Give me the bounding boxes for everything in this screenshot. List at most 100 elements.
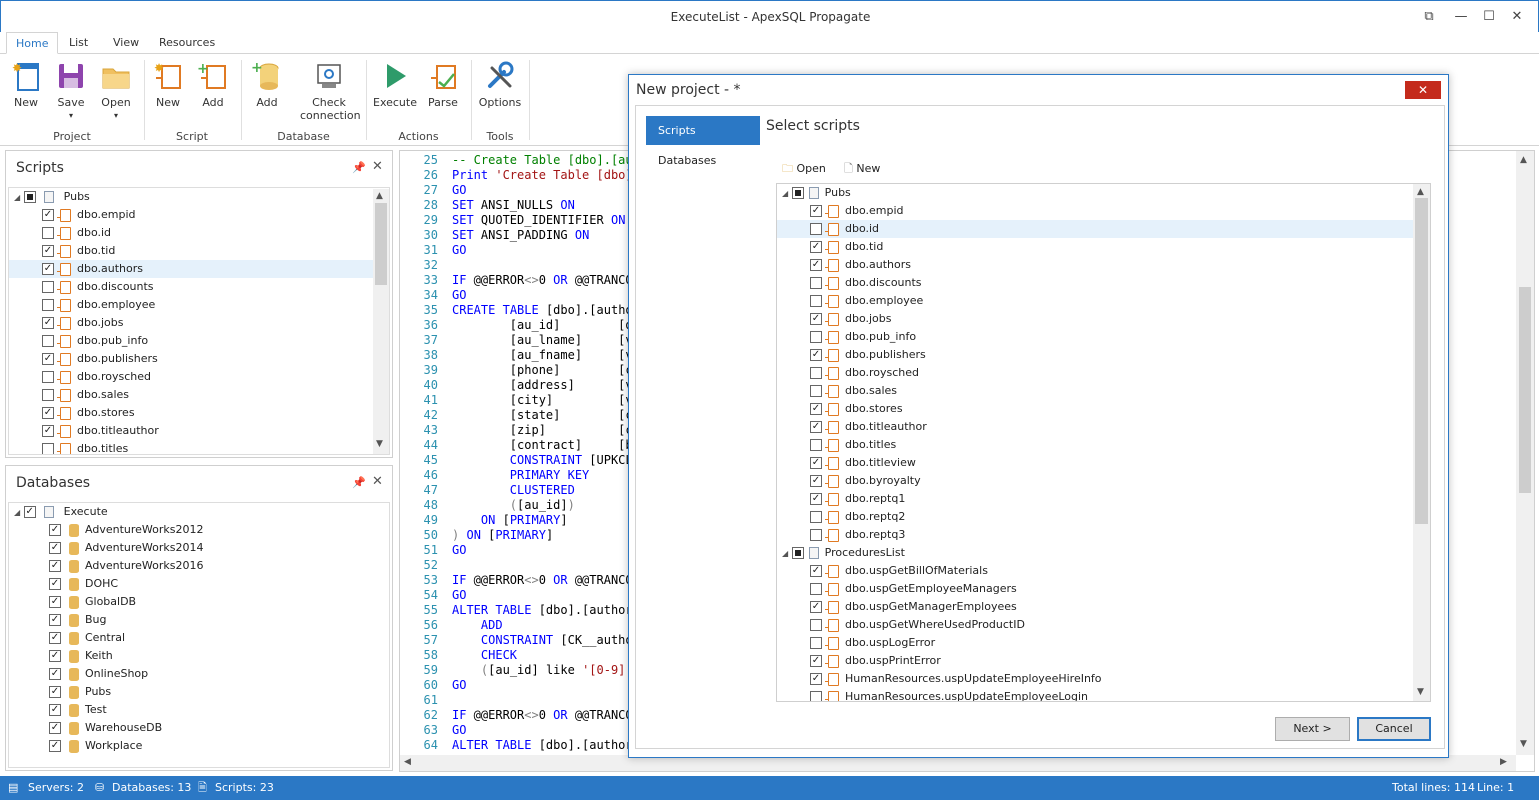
- item-checkbox[interactable]: [49, 740, 61, 752]
- scripts-scrollbar[interactable]: ▲ ▼: [373, 189, 389, 454]
- tree-item[interactable]: Pubs: [9, 683, 389, 701]
- tree-item[interactable]: dbo.id: [9, 224, 389, 242]
- tree-item[interactable]: dbo.roysched: [777, 364, 1413, 382]
- item-checkbox[interactable]: [49, 560, 61, 572]
- close-panel-icon[interactable]: ✕: [372, 474, 383, 489]
- item-checkbox[interactable]: [810, 493, 822, 505]
- item-checkbox[interactable]: [810, 475, 822, 487]
- item-checkbox[interactable]: [810, 565, 822, 577]
- item-checkbox[interactable]: [49, 578, 61, 590]
- tab-home[interactable]: Home: [6, 32, 59, 54]
- tab-view[interactable]: View: [104, 32, 148, 54]
- tree-item[interactable]: dbo.discounts: [777, 274, 1413, 292]
- tree-group[interactable]: ◢ Pubs: [777, 184, 1413, 202]
- item-checkbox[interactable]: [810, 637, 822, 649]
- tree-item[interactable]: dbo.stores: [9, 404, 389, 422]
- tree-item[interactable]: dbo.id: [777, 220, 1413, 238]
- item-checkbox[interactable]: [810, 367, 822, 379]
- tree-item[interactable]: dbo.byroyalty: [777, 472, 1413, 490]
- scroll-thumb[interactable]: [1415, 198, 1428, 524]
- scroll-down-icon[interactable]: ▼: [1520, 739, 1527, 749]
- tree-item[interactable]: AdventureWorks2016: [9, 557, 389, 575]
- item-checkbox[interactable]: [810, 241, 822, 253]
- minimize-icon[interactable]: —: [1451, 7, 1471, 27]
- scroll-up-icon[interactable]: ▲: [1520, 155, 1527, 165]
- dialog-tree-scrollbar[interactable]: ▲ ▼: [1413, 184, 1430, 701]
- item-checkbox[interactable]: [810, 259, 822, 271]
- tree-item[interactable]: dbo.publishers: [777, 346, 1413, 364]
- close-panel-icon[interactable]: ✕: [372, 159, 383, 174]
- item-checkbox[interactable]: [810, 529, 822, 541]
- open-scripts-button[interactable]: 🗀 Open: [782, 160, 826, 179]
- tree-item[interactable]: WarehouseDB: [9, 719, 389, 737]
- item-checkbox[interactable]: [49, 596, 61, 608]
- tree-item[interactable]: dbo.reptq1: [777, 490, 1413, 508]
- item-checkbox[interactable]: [42, 317, 54, 329]
- tree-item[interactable]: Keith: [9, 647, 389, 665]
- group-checkbox[interactable]: [791, 187, 804, 199]
- tree-item[interactable]: dbo.employee: [9, 296, 389, 314]
- tree-item[interactable]: dbo.reptq2: [777, 508, 1413, 526]
- tree-item[interactable]: dbo.stores: [777, 400, 1413, 418]
- tree-item[interactable]: dbo.tid: [777, 238, 1413, 256]
- tree-item[interactable]: Central: [9, 629, 389, 647]
- item-checkbox[interactable]: [42, 299, 54, 311]
- collapse-icon[interactable]: ◢: [782, 189, 788, 198]
- nav-databases[interactable]: Databases: [658, 154, 716, 167]
- tree-item[interactable]: Workplace: [9, 737, 389, 755]
- tree-item[interactable]: AdventureWorks2012: [9, 521, 389, 539]
- tree-item[interactable]: dbo.authors: [777, 256, 1413, 274]
- tree-item[interactable]: dbo.reptq3: [777, 526, 1413, 544]
- open-dropdown-icon[interactable]: ▾: [93, 109, 139, 122]
- tree-item[interactable]: HumanResources.uspUpdateEmployeeLogin: [777, 688, 1413, 701]
- item-checkbox[interactable]: [810, 385, 822, 397]
- tree-item[interactable]: dbo.empid: [777, 202, 1413, 220]
- pin-icon[interactable]: 📌: [352, 161, 366, 174]
- item-checkbox[interactable]: [810, 691, 822, 701]
- tab-resources[interactable]: Resources: [150, 32, 224, 54]
- add-database-button[interactable]: + Add: [244, 58, 290, 109]
- check-connection-button[interactable]: Check connection: [300, 58, 361, 122]
- tree-item[interactable]: dbo.titleauthor: [9, 422, 389, 440]
- tree-group[interactable]: ◢ ProceduresList: [777, 544, 1413, 562]
- tree-item[interactable]: dbo.jobs: [9, 314, 389, 332]
- save-dropdown-icon[interactable]: ▾: [48, 109, 94, 122]
- item-checkbox[interactable]: [810, 439, 822, 451]
- item-checkbox[interactable]: [810, 277, 822, 289]
- nav-scripts[interactable]: Scripts: [646, 116, 760, 145]
- tree-item[interactable]: Bug: [9, 611, 389, 629]
- item-checkbox[interactable]: [810, 205, 822, 217]
- collapse-icon[interactable]: ◢: [14, 508, 20, 517]
- tab-list[interactable]: List: [60, 32, 97, 54]
- item-checkbox[interactable]: [810, 295, 822, 307]
- tree-item[interactable]: OnlineShop: [9, 665, 389, 683]
- item-checkbox[interactable]: [810, 223, 822, 235]
- tree-item[interactable]: dbo.uspGetEmployeeManagers: [777, 580, 1413, 598]
- tree-root[interactable]: ◢ Execute: [9, 503, 389, 521]
- tree-item[interactable]: dbo.employee: [777, 292, 1413, 310]
- item-checkbox[interactable]: [49, 542, 61, 554]
- item-checkbox[interactable]: [49, 524, 61, 536]
- tree-checkbox[interactable]: [23, 506, 36, 518]
- restore-layout-icon[interactable]: ⧉: [1419, 7, 1439, 27]
- tree-item[interactable]: dbo.jobs: [777, 310, 1413, 328]
- pin-icon[interactable]: 📌: [352, 476, 366, 489]
- item-checkbox[interactable]: [42, 443, 54, 454]
- item-checkbox[interactable]: [810, 313, 822, 325]
- group-checkbox[interactable]: [791, 547, 804, 559]
- close-icon[interactable]: ✕: [1507, 7, 1527, 27]
- tree-item[interactable]: dbo.authors: [9, 260, 389, 278]
- new-project-button[interactable]: ✸ New: [3, 58, 49, 109]
- item-checkbox[interactable]: [42, 209, 54, 221]
- tree-item[interactable]: DOHC: [9, 575, 389, 593]
- item-checkbox[interactable]: [810, 673, 822, 685]
- tree-checkbox[interactable]: [23, 191, 36, 203]
- tree-item[interactable]: Test: [9, 701, 389, 719]
- tree-item[interactable]: dbo.tid: [9, 242, 389, 260]
- new-script-button[interactable]: ✸ New: [145, 58, 191, 109]
- tree-item[interactable]: dbo.uspGetBillOfMaterials: [777, 562, 1413, 580]
- dialog-close-icon[interactable]: ✕: [1405, 81, 1441, 99]
- item-checkbox[interactable]: [42, 425, 54, 437]
- item-checkbox[interactable]: [49, 704, 61, 716]
- scroll-down-icon[interactable]: ▼: [376, 439, 383, 449]
